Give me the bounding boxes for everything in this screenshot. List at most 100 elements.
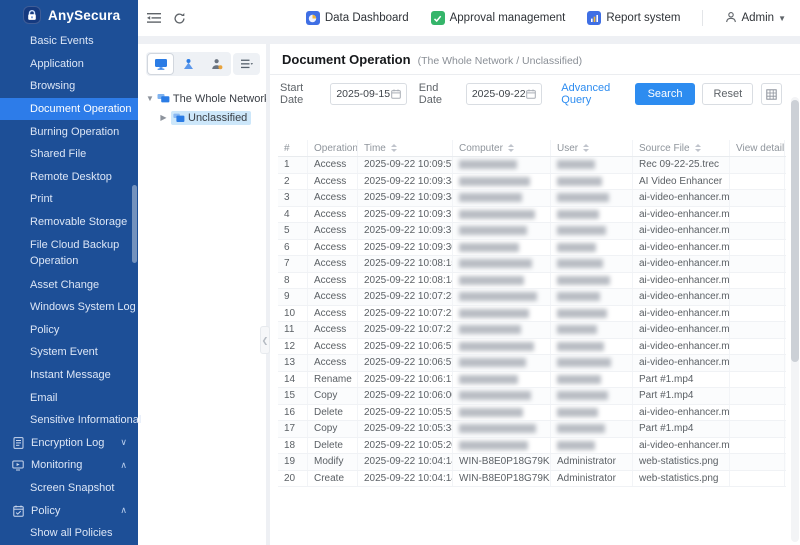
end-date-input[interactable]: 2025-09-22 (466, 83, 542, 105)
table-row[interactable]: 16Delete2025-09-22 10:05:55ai-video-enha… (278, 405, 786, 422)
topbar-links: Data Dashboard Approval management Report … (306, 10, 786, 26)
cell-computer (453, 240, 551, 256)
sidebar-item-application[interactable]: Application (0, 53, 138, 76)
sort-icon[interactable] (391, 144, 397, 152)
calendar-icon (526, 89, 536, 99)
sort-icon[interactable] (508, 144, 514, 152)
tree-node-whole-network[interactable]: ▼ The Whole Network (146, 89, 260, 108)
cell-time: 2025-09-22 10:06:00 (358, 388, 453, 404)
sidebar-item-instant-message[interactable]: Instant Message (0, 364, 138, 387)
column-header-user[interactable]: User (551, 140, 633, 156)
sidebar-item-system-event[interactable]: System Event (0, 341, 138, 364)
sort-icon[interactable] (695, 144, 701, 152)
table-scrollbar-track[interactable] (791, 97, 799, 542)
table-row[interactable]: 18Delete2025-09-22 10:05:20ai-video-enha… (278, 438, 786, 455)
sidebar-item-email[interactable]: Email (0, 386, 138, 409)
chevron-up-icon: ∧ (120, 461, 127, 470)
table-row[interactable]: 19Modify2025-09-22 10:04:14WIN-B8E0P18G7… (278, 454, 786, 471)
column-header-view-details: View details (730, 140, 785, 156)
table-row[interactable]: 8Access2025-09-22 10:08:14ai-video-enhan… (278, 273, 786, 290)
sidebar-item-sensitive-informational[interactable]: Sensitive Informational (0, 409, 138, 432)
list-options-button[interactable] (233, 53, 260, 75)
redacted-computer (459, 226, 527, 235)
report-system-link[interactable]: Report system (587, 11, 680, 25)
table-row[interactable]: 11Access2025-09-22 10:07:22ai-video-enha… (278, 322, 786, 339)
start-date-input[interactable]: 2025-09-15 (330, 83, 406, 105)
cell-computer (453, 223, 551, 239)
data-dashboard-link[interactable]: Data Dashboard (306, 11, 409, 25)
sidebar-item-windows-system-log[interactable]: Windows System Log (0, 296, 138, 319)
approval-management-link[interactable]: Approval management (431, 11, 566, 25)
sidebar-item-document-operation[interactable]: Document Operation (0, 98, 138, 121)
cell-computer (453, 438, 551, 454)
collapse-menu-icon[interactable] (147, 12, 162, 24)
tree-node-unclassified[interactable]: ▶ Unclassified (159, 108, 260, 127)
table-row[interactable]: 17Copy2025-09-22 10:05:33Part #1.mp4 (278, 421, 786, 438)
sidebar-item-print[interactable]: Print (0, 188, 138, 211)
table-row[interactable]: 20Create2025-09-22 10:04:14WIN-B8E0P18G7… (278, 471, 786, 488)
tree-panel: ▼ The Whole Network ▶ Unclassified (138, 44, 266, 545)
table-row[interactable]: 10Access2025-09-22 10:07:22ai-video-enha… (278, 306, 786, 323)
sidebar-item-encryption-log[interactable]: Encryption Log∨ (0, 432, 138, 455)
column-header-time[interactable]: Time (358, 140, 453, 156)
table-row[interactable]: 14Rename2025-09-22 10:06:17Part #1.mp4 (278, 372, 786, 389)
table-row[interactable]: 15Copy2025-09-22 10:06:00Part #1.mp4 (278, 388, 786, 405)
table-scrollbar-thumb[interactable] (791, 100, 799, 362)
table-row[interactable]: 1Access2025-09-22 10:09:57Rec 09-22-25.t… (278, 157, 786, 174)
tree-node-label: The Whole Network (173, 93, 270, 105)
sort-icon[interactable] (583, 144, 589, 152)
computers-tab[interactable] (147, 53, 174, 75)
redacted-computer (459, 375, 518, 384)
sidebar-item-policy[interactable]: Policy∧ (0, 499, 138, 522)
sidebar-item-browsing[interactable]: Browsing (0, 75, 138, 98)
collapse-tree-handle[interactable]: ❮ (260, 326, 270, 354)
table-row[interactable]: 6Access2025-09-22 10:09:30ai-video-enhan… (278, 240, 786, 257)
search-button[interactable]: Search (635, 83, 696, 105)
sidebar-item-remote-desktop[interactable]: Remote Desktop (0, 166, 138, 189)
sidebar-item-label: Policy (30, 324, 59, 336)
roles-tab[interactable] (203, 53, 230, 75)
report-icon (587, 11, 601, 25)
cell-time: 2025-09-22 10:09:57 (358, 157, 453, 173)
app-name: AnySecura (48, 8, 120, 23)
cell-computer (453, 405, 551, 421)
cell-source-file: Part #1.mp4 (633, 372, 730, 388)
column-settings-button[interactable] (761, 83, 782, 105)
admin-menu[interactable]: Admin▼ (725, 11, 786, 26)
start-date-label: Start Date (280, 82, 324, 106)
sidebar-item-basic-events[interactable]: Basic Events (0, 30, 138, 53)
sidebar-item-burning-operation[interactable]: Burning Operation (0, 120, 138, 143)
reset-button[interactable]: Reset (702, 83, 753, 105)
table-row[interactable]: 3Access2025-09-22 10:09:34ai-video-enhan… (278, 190, 786, 207)
cell-index: 16 (278, 405, 308, 421)
column-header-computer[interactable]: Computer (453, 140, 551, 156)
sidebar-item-file-cloud-backup-operation[interactable]: File Cloud Backup Operation (0, 233, 138, 273)
cell-view-details (730, 190, 785, 206)
table-row[interactable]: 4Access2025-09-22 10:09:31ai-video-enhan… (278, 207, 786, 224)
advanced-query-link[interactable]: Advanced Query (561, 82, 634, 106)
cell-index: 5 (278, 223, 308, 239)
table-row[interactable]: 2Access2025-09-22 10:09:34AI Video Enhan… (278, 174, 786, 191)
sidebar-item-policy[interactable]: Policy (0, 319, 138, 342)
sidebar-item-shared-file[interactable]: Shared File (0, 143, 138, 166)
table-row[interactable]: 13Access2025-09-22 10:06:57ai-video-enha… (278, 355, 786, 372)
users-tab[interactable] (175, 53, 202, 75)
sidebar-item-show-all-policies[interactable]: Show all Policies (0, 522, 138, 545)
sidebar-item-removable-storage[interactable]: Removable Storage (0, 211, 138, 234)
sidebar-item-monitoring[interactable]: Monitoring ∧ (0, 454, 138, 477)
table-row[interactable]: 12Access2025-09-22 10:06:57ai-video-enha… (278, 339, 786, 356)
sidebar-scrollbar[interactable] (132, 185, 137, 263)
table-row[interactable]: 9Access2025-09-22 10:07:23ai-video-enhan… (278, 289, 786, 306)
column-header-source-file[interactable]: Source File (633, 140, 730, 156)
cell-view-details (730, 223, 785, 239)
sidebar-item-label: Monitoring (31, 459, 82, 471)
sidebar-item-screen-snapshot[interactable]: Screen Snapshot (0, 477, 138, 500)
redacted-computer (459, 177, 530, 186)
redacted-user (557, 259, 603, 268)
cell-view-details (730, 471, 785, 487)
refresh-icon[interactable] (173, 12, 186, 25)
sidebar-item-asset-change[interactable]: Asset Change (0, 273, 138, 296)
table-row[interactable]: 5Access2025-09-22 10:09:31ai-video-enhan… (278, 223, 786, 240)
column-label: View details (736, 143, 785, 154)
table-row[interactable]: 7Access2025-09-22 10:08:15ai-video-enhan… (278, 256, 786, 273)
